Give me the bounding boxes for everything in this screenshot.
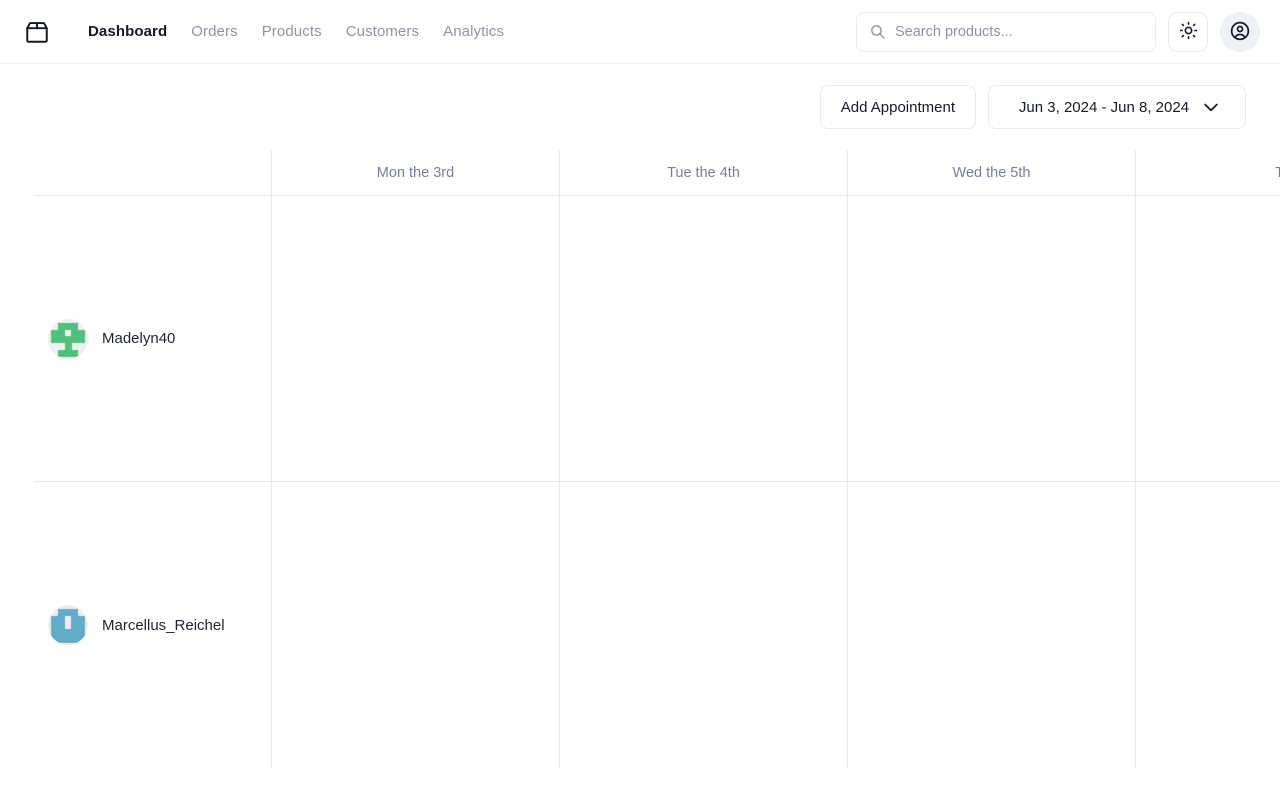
resource-row[interactable]: Madelyn40 <box>34 196 272 482</box>
day-column-thu <box>1136 196 1280 768</box>
search-input[interactable] <box>856 12 1156 52</box>
top-navigation-bar: Dashboard Orders Products Customers Anal… <box>0 0 1280 64</box>
nav-link-analytics[interactable]: Analytics <box>431 16 516 48</box>
avatar <box>48 605 88 645</box>
schedule-cell[interactable] <box>560 196 847 482</box>
scheduler-header-row: Mon the 3rd Tue the 4th Wed the 5th T <box>34 150 1280 196</box>
day-header-wed[interactable]: Wed the 5th <box>848 150 1136 195</box>
date-range-button[interactable]: Jun 3, 2024 - Jun 8, 2024 <box>988 85 1246 129</box>
day-header-thu[interactable]: T <box>1136 150 1280 195</box>
date-range-label: Jun 3, 2024 - Jun 8, 2024 <box>1018 98 1190 116</box>
resource-name: Madelyn40 <box>102 330 176 347</box>
resource-name: Marcellus_Reichel <box>102 616 225 634</box>
schedule-cell[interactable] <box>848 482 1135 768</box>
theme-toggle-button[interactable] <box>1168 12 1208 52</box>
search-container <box>856 12 1156 52</box>
day-header-mon[interactable]: Mon the 3rd <box>272 150 560 195</box>
avatar <box>48 318 88 359</box>
nav-link-products[interactable]: Products <box>250 16 334 48</box>
schedule-cell[interactable] <box>1136 482 1280 768</box>
main-nav: Dashboard Orders Products Customers Anal… <box>76 16 516 48</box>
user-circle-icon <box>1229 20 1251 45</box>
account-button[interactable] <box>1220 12 1260 52</box>
schedule-cell[interactable] <box>1136 196 1280 482</box>
resource-column: Madelyn40 Marcellus_Reichel <box>34 196 272 768</box>
top-bar-actions <box>856 0 1260 64</box>
day-column-mon <box>272 196 560 768</box>
chevron-down-icon <box>1201 97 1221 117</box>
nav-link-orders[interactable]: Orders <box>179 16 249 48</box>
day-column-tue <box>560 196 848 768</box>
day-column-wed <box>848 196 1136 768</box>
day-header-tue[interactable]: Tue the 4th <box>560 150 848 195</box>
resource-header-cell <box>34 150 272 195</box>
add-appointment-button[interactable]: Add Appointment <box>819 85 976 129</box>
sun-icon <box>1179 21 1198 43</box>
scheduler-body: Madelyn40 Marcellus_Reichel <box>34 196 1280 768</box>
day-columns <box>272 196 1280 768</box>
nav-link-dashboard[interactable]: Dashboard <box>76 16 179 48</box>
package-icon[interactable] <box>24 19 50 45</box>
resource-row[interactable]: Marcellus_Reichel <box>34 482 272 768</box>
schedule-cell[interactable] <box>560 482 847 768</box>
nav-link-customers[interactable]: Customers <box>334 16 431 48</box>
scheduler-toolbar: Add Appointment Jun 3, 2024 - Jun 8, 202… <box>0 64 1280 150</box>
schedule-cell[interactable] <box>272 482 559 768</box>
scheduler: Mon the 3rd Tue the 4th Wed the 5th T Ma… <box>0 150 1280 768</box>
schedule-cell[interactable] <box>272 196 559 482</box>
schedule-cell[interactable] <box>848 196 1135 482</box>
